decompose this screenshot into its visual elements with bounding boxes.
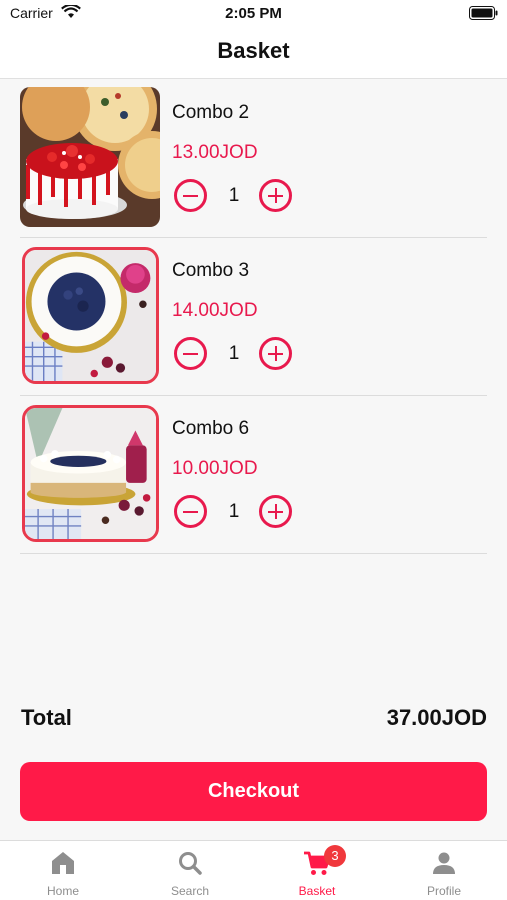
status-time: 2:05 PM <box>225 5 282 22</box>
product-image <box>22 247 159 384</box>
navigation-bar: Basket <box>0 28 507 79</box>
item-quantity: 1 <box>228 501 240 522</box>
product-image <box>22 405 159 542</box>
decrease-quantity-button[interactable] <box>174 337 207 370</box>
quantity-stepper: 1 <box>172 493 297 529</box>
tab-label: Home <box>46 884 79 898</box>
search-icon <box>179 852 202 875</box>
quantity-stepper: 1 <box>172 335 297 371</box>
tab-label: Search <box>170 884 210 898</box>
product-image <box>20 87 160 227</box>
decrease-quantity-button[interactable] <box>174 179 207 212</box>
item-name: Combo 6 <box>172 418 250 439</box>
basket-item: Combo 3 14.00JOD 1 <box>20 238 487 396</box>
status-bar: Carrier 2:05 PM <box>0 0 507 28</box>
cart-count-badge: 3 <box>324 845 346 867</box>
blueberry-cake-top-view-image <box>25 250 156 381</box>
decrease-quantity-button[interactable] <box>174 495 207 528</box>
tab-bar: Home Search 3 Basket Profile <box>0 840 507 900</box>
home-icon <box>52 852 74 874</box>
item-name: Combo 2 <box>172 102 250 123</box>
person-icon <box>433 852 455 874</box>
item-quantity: 1 <box>228 343 240 364</box>
tab-label: Basket <box>298 884 336 898</box>
tab-label: Profile <box>426 884 461 898</box>
item-price: 10.00JOD <box>172 458 258 479</box>
tab-home[interactable]: Home <box>0 841 126 900</box>
basket-item: Combo 2 13.00JOD 1 <box>20 80 487 238</box>
item-price: 14.00JOD <box>172 300 258 321</box>
increase-quantity-button[interactable] <box>259 179 292 212</box>
blueberry-cheesecake-image <box>25 408 156 539</box>
tab-search[interactable]: Search <box>127 841 253 900</box>
total-label: Total <box>21 705 72 730</box>
increase-quantity-button[interactable] <box>259 495 292 528</box>
page-title: Basket <box>217 38 290 63</box>
cake-with-pizzas-image <box>20 87 160 227</box>
item-price: 13.00JOD <box>172 142 258 163</box>
battery-icon <box>469 6 498 20</box>
tab-basket[interactable]: 3 Basket <box>254 841 380 900</box>
item-quantity: 1 <box>228 185 240 206</box>
quantity-stepper: 1 <box>172 177 297 213</box>
basket-item: Combo 6 10.00JOD 1 <box>20 396 487 554</box>
total-value: 37.00JOD <box>386 705 487 730</box>
checkout-button[interactable]: Checkout <box>20 762 487 821</box>
increase-quantity-button[interactable] <box>259 337 292 370</box>
item-name: Combo 3 <box>172 260 250 281</box>
tab-profile[interactable]: Profile <box>381 841 507 900</box>
